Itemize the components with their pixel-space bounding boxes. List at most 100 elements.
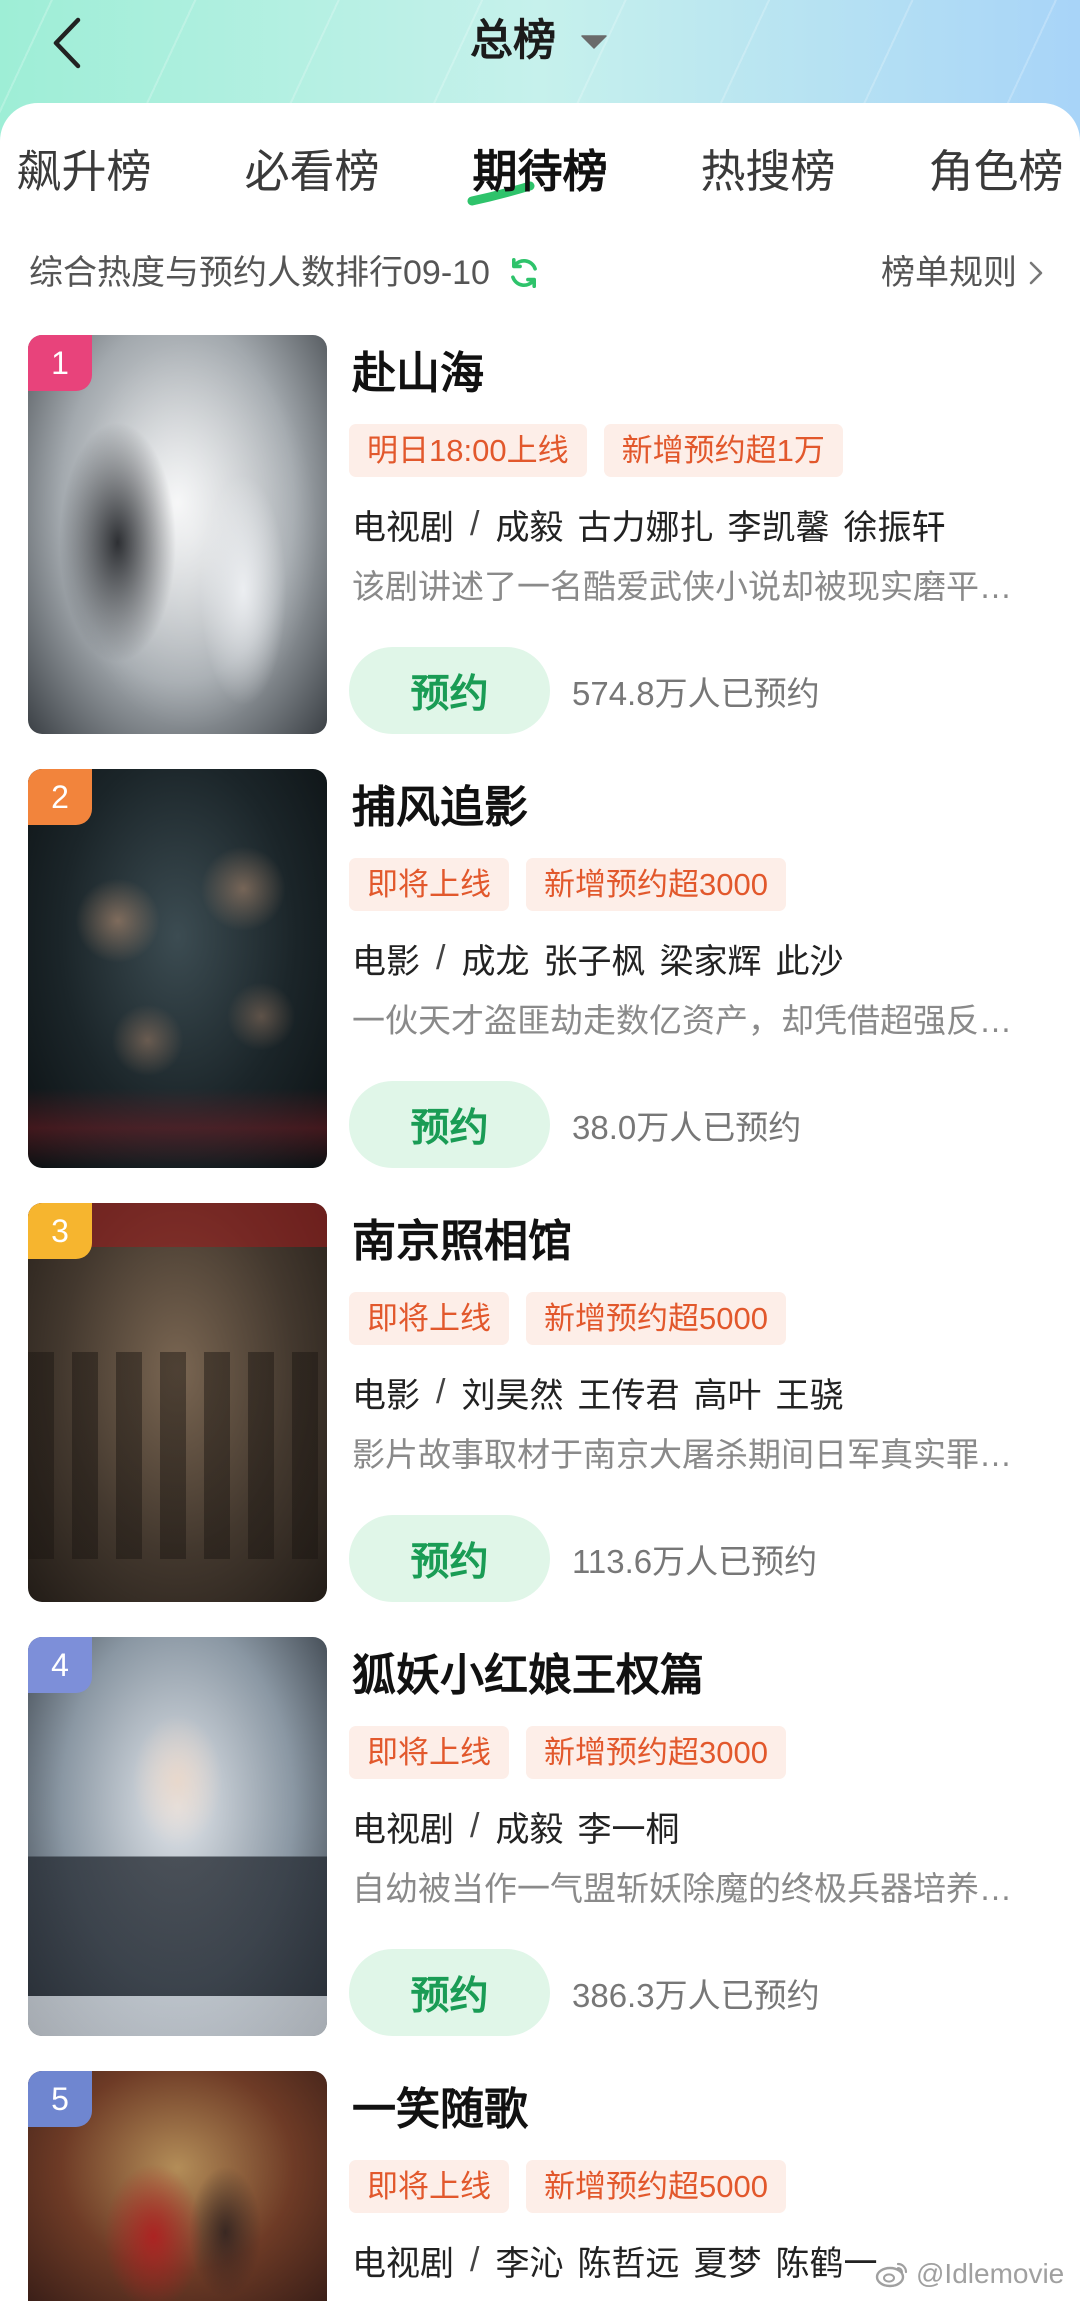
release-status-tag: 即将上线 (349, 1726, 509, 1779)
reserve-button[interactable]: 预约 (349, 1515, 550, 1602)
reserve-button[interactable]: 预约 (349, 1081, 550, 1168)
reservation-count: 113.6万人已预约 (572, 1542, 818, 1580)
cast-list: 成龙 张子枫 梁家辉 此沙 (461, 934, 843, 983)
caret-down-icon[interactable] (581, 35, 607, 49)
watermark-text: @Idlemovie (916, 2258, 1065, 2289)
show-description: 一伙天才盗匪劫走数亿资产，却凭借超强反… (352, 1002, 1012, 1039)
tab-label: 必看榜 (244, 146, 380, 197)
cast-list: 李沁 陈哲远 夏梦 陈鹤一 (495, 2236, 877, 2285)
rank-badge: 3 (28, 1203, 92, 1259)
chevron-left-icon[interactable] (44, 14, 90, 72)
release-status-tag: 明日18:00上线 (349, 424, 587, 477)
cast-name: 成龙 (461, 942, 530, 981)
tab-label: 热搜榜 (700, 146, 836, 197)
reservation-growth-tag: 新增预约超3000 (526, 1726, 786, 1779)
cast-list: 成毅 古力娜扎 李凯馨 徐振轩 (495, 500, 945, 549)
item-details: 赴山海 明日18:00上线 新增预约超1万 电视剧 / 成毅 古力娜扎 李凯馨 徐振轩 … (349, 335, 1054, 734)
release-status-tag: 即将上线 (349, 2160, 509, 2213)
rank-item[interactable]: 2 捕风追影 即将上线 新增预约超3000 电影 / 成龙 张子枫 梁家辉 此沙 一伙天… (0, 769, 1080, 1168)
ranking-list: 1 赴山海 明日18:00上线 新增预约超1万 电视剧 / 成毅 古力娜扎 李凯馨 徐振… (0, 335, 1080, 2301)
poster-image[interactable]: 4 (28, 1637, 327, 2036)
poster-image[interactable]: 5 (28, 2071, 327, 2301)
tab-label: 角色榜 (928, 146, 1064, 197)
show-title: 捕风追影 (352, 783, 528, 832)
show-meta: 电影 / 成龙 张子枫 梁家辉 此沙 (352, 938, 843, 981)
reserve-button[interactable]: 预约 (349, 1949, 550, 2036)
show-meta: 电视剧 / 成毅 古力娜扎 李凯馨 徐振轩 (352, 504, 945, 547)
cast-name: 李沁 (495, 2244, 564, 2283)
reservation-growth-tag: 新增预约超5000 (526, 2160, 786, 2213)
cast-name: 夏梦 (693, 2244, 762, 2283)
show-meta: 电视剧 / 李沁 陈哲远 夏梦 陈鹤一 (352, 2240, 877, 2283)
reserve-action: 预约 113.6万人已预约 (349, 1515, 817, 1602)
reservation-count: 386.3万人已预约 (572, 1976, 820, 2014)
ranking-info: 综合热度与预约人数排行09-10 (29, 253, 542, 293)
page-title[interactable]: 总榜 (470, 17, 556, 65)
cast-list: 成毅 李一桐 (495, 1802, 679, 1851)
cast-name: 此沙 (775, 942, 844, 981)
rank-badge: 4 (28, 1637, 92, 1693)
show-meta: 电影 / 刘昊然 王传君 高叶 王骁 (352, 1372, 843, 1415)
cast-name: 古力娜扎 (577, 508, 714, 547)
tab-hot-search[interactable]: 热搜榜 (700, 143, 836, 209)
cast-name: 高叶 (693, 1376, 762, 1415)
category-label: 电视剧 (352, 1810, 454, 1849)
tag-list: 明日18:00上线 新增预约超1万 (349, 424, 843, 477)
cast-name: 王传君 (577, 1376, 680, 1415)
meta-separator: / (436, 1372, 446, 1411)
show-title: 南京照相馆 (352, 1217, 572, 1266)
rank-item[interactable]: 3 南京照相馆 即将上线 新增预约超5000 电影 / 刘昊然 王传君 高叶 王骁 影片… (0, 1203, 1080, 1602)
rank-item[interactable]: 1 赴山海 明日18:00上线 新增预约超1万 电视剧 / 成毅 古力娜扎 李凯馨 徐振… (0, 335, 1080, 734)
rank-badge: 1 (28, 335, 92, 391)
ranking-tabs: 飙升榜 必看榜 期待榜 热搜榜 角色榜 (16, 143, 1064, 209)
show-meta: 电视剧 / 成毅 李一桐 (352, 1806, 679, 1849)
tab-anticipated[interactable]: 期待榜 (467, 143, 608, 209)
chevron-right-icon (1029, 261, 1043, 285)
cast-name: 李凯馨 (727, 508, 830, 547)
meta-separator: / (436, 938, 446, 977)
cast-name: 刘昊然 (461, 1376, 564, 1415)
reservation-growth-tag: 新增预约超3000 (526, 858, 786, 911)
ranking-page: 总榜 飙升榜 必看榜 期待榜 热搜榜 角色榜 综合热度与预约人数排行09-10 (0, 0, 1080, 2301)
cast-name: 梁家辉 (659, 942, 762, 981)
meta-separator: / (470, 504, 480, 543)
release-status-tag: 即将上线 (349, 858, 509, 911)
category-label: 电视剧 (352, 2244, 454, 2283)
release-status-tag: 即将上线 (349, 1292, 509, 1345)
poster-image[interactable]: 1 (28, 335, 327, 734)
show-description: 影片故事取材于南京大屠杀期间日军真实罪… (352, 1436, 1012, 1473)
tab-must-watch[interactable]: 必看榜 (244, 143, 380, 209)
cast-list: 刘昊然 王传君 高叶 王骁 (461, 1368, 843, 1417)
tab-characters[interactable]: 角色榜 (928, 143, 1064, 209)
show-title: 赴山海 (352, 349, 484, 398)
show-description: 该剧讲述了一名酷爱武侠小说却被现实磨平… (352, 568, 1012, 605)
item-details: 捕风追影 即将上线 新增预约超3000 电影 / 成龙 张子枫 梁家辉 此沙 一伙天才盗… (349, 769, 1054, 1168)
poster-image[interactable]: 3 (28, 1203, 327, 1602)
reservation-count: 38.0万人已预约 (572, 1108, 802, 1146)
cast-name: 陈鹤一 (775, 2244, 878, 2283)
tag-list: 即将上线 新增预约超3000 (349, 858, 786, 911)
meta-separator: / (470, 2240, 480, 2279)
ranking-rules-link[interactable]: 榜单规则 (881, 253, 1045, 293)
refresh-icon[interactable] (506, 255, 542, 291)
rank-badge: 2 (28, 769, 92, 825)
cast-name: 王骁 (775, 1376, 844, 1415)
poster-image[interactable]: 2 (28, 769, 327, 1168)
tab-label: 期待榜 (472, 146, 608, 197)
reservation-growth-tag: 新增预约超1万 (603, 424, 843, 477)
tag-list: 即将上线 新增预约超5000 (349, 2160, 786, 2213)
item-details: 狐妖小红娘王权篇 即将上线 新增预约超3000 电视剧 / 成毅 李一桐 自幼被当作… (349, 1637, 1054, 2036)
tab-soaring[interactable]: 飙升榜 (16, 143, 152, 209)
reserve-action: 预约 574.8万人已预约 (349, 647, 820, 734)
reserve-action: 预约 38.0万人已预约 (349, 1081, 801, 1168)
reserve-action: 预约 386.3万人已预约 (349, 1949, 820, 2036)
cast-name: 徐振轩 (843, 508, 946, 547)
meta-separator: / (470, 1806, 480, 1845)
tag-list: 即将上线 新增预约超5000 (349, 1292, 786, 1345)
rank-item[interactable]: 4 狐妖小红娘王权篇 即将上线 新增预约超3000 电视剧 / 成毅 李一桐 自幼被… (0, 1637, 1080, 2036)
category-label: 电视剧 (352, 508, 454, 547)
reserve-button[interactable]: 预约 (349, 647, 550, 734)
ranking-description: 综合热度与预约人数排行09-10 (29, 254, 490, 292)
cast-name: 成毅 (495, 1810, 564, 1849)
reservation-count: 574.8万人已预约 (572, 674, 820, 712)
